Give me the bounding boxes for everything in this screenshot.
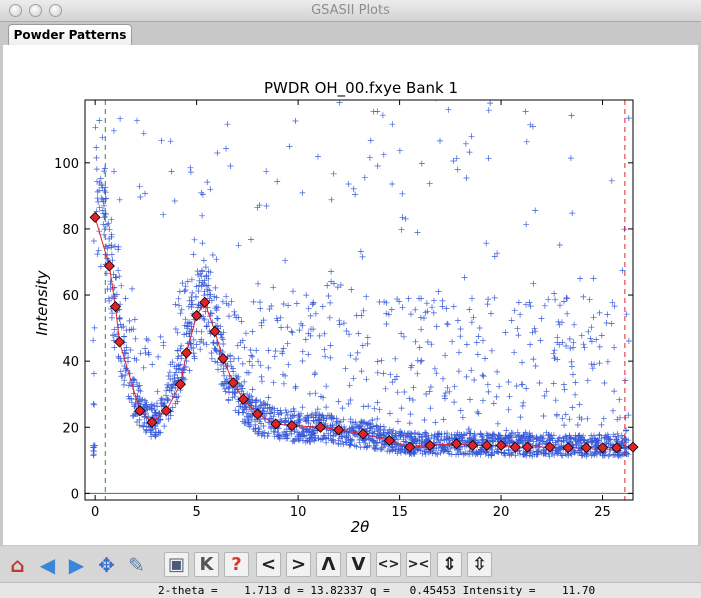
shift-down-button[interactable]: V [346,552,371,577]
home-button[interactable]: ⌂ [5,552,30,577]
zoom-button[interactable]: ✎ [124,552,149,577]
background-points-series [89,211,639,454]
key-button[interactable]: K [194,552,219,577]
background-point [89,211,101,223]
chevron-down-icon: V [351,554,366,575]
x-tick-label: 5 [192,505,200,520]
shift-up-button[interactable]: Λ [316,552,341,577]
y-tick-label: 100 [54,157,79,172]
expand-x-button[interactable]: <> [376,552,401,577]
back-arrow-icon: ◀ [39,552,56,577]
contract-y-icon: ⇳ [471,554,488,575]
back-button[interactable]: ◀ [35,552,60,577]
background-point [160,405,172,417]
y-tick-label: 20 [62,421,79,436]
expand-x-icon: <> [377,557,400,572]
help-icon: ? [231,554,242,575]
shift-right-button[interactable]: > [286,552,311,577]
background-point [580,442,592,454]
plot-panel: PWDR OH_00.fxye Bank 1 0 5 10 15 20 25 0 20 40 60… [3,45,698,545]
cursor-status-bar: 2-theta = 1.713 d = 13.82337 q = 0.45453… [0,582,701,598]
x-tick-label: 10 [290,505,307,520]
x-tick-label: 0 [91,505,99,520]
contract-y-button[interactable]: ⇳ [467,552,492,577]
y-tick-label: 0 [71,487,79,502]
expand-y-button[interactable]: ⇕ [437,552,462,577]
chevron-left-icon: < [260,554,277,575]
shift-left-button[interactable]: < [256,552,281,577]
help-button[interactable]: ? [224,552,249,577]
pan-button[interactable]: ✥ [94,552,119,577]
observed-data-series [90,100,632,460]
background-point [627,441,639,453]
chart-title: PWDR OH_00.fxye Bank 1 [264,79,458,98]
y-axis-label: Intensity [33,269,51,335]
x-tick-label: 20 [493,505,510,520]
pan-icon: ✥ [98,552,115,577]
background-point [113,336,126,348]
window-titlebar: GSASII Plots [0,0,701,22]
chevron-up-icon: Λ [321,554,336,575]
key-icon: K [199,554,214,575]
contract-x-button[interactable]: >< [406,552,431,577]
y-tick-label: 40 [62,355,79,370]
forward-arrow-icon: ▶ [68,552,85,577]
plot-toolbar: ⌂ ◀ ▶ ✥ ✎ ▣ K? < > Λ V <> >< ⇕ ⇳ [0,546,701,582]
tab-powder-patterns[interactable]: Powder Patterns [8,24,132,46]
forward-button[interactable]: ▶ [64,552,89,577]
y-tick-label: 60 [62,289,79,304]
save-button[interactable]: ▣ [164,552,189,577]
expand-y-icon: ⇕ [441,554,458,575]
powder-pattern-plot[interactable]: PWDR OH_00.fxye Bank 1 0 5 10 15 20 25 0 20 40 60… [3,45,698,545]
x-tick-label: 15 [391,505,408,520]
save-icon: ▣ [167,554,185,575]
x-tick-label: 25 [594,505,611,520]
zoom-icon: ✎ [128,552,145,577]
observed-data-points [90,100,632,460]
chevron-right-icon: > [290,554,307,575]
home-icon: ⌂ [10,552,25,577]
y-tick-label: 80 [62,223,79,238]
x-axis-label: 2θ [351,518,370,536]
contract-x-icon: >< [407,557,430,572]
window-title: GSASII Plots [311,3,390,18]
